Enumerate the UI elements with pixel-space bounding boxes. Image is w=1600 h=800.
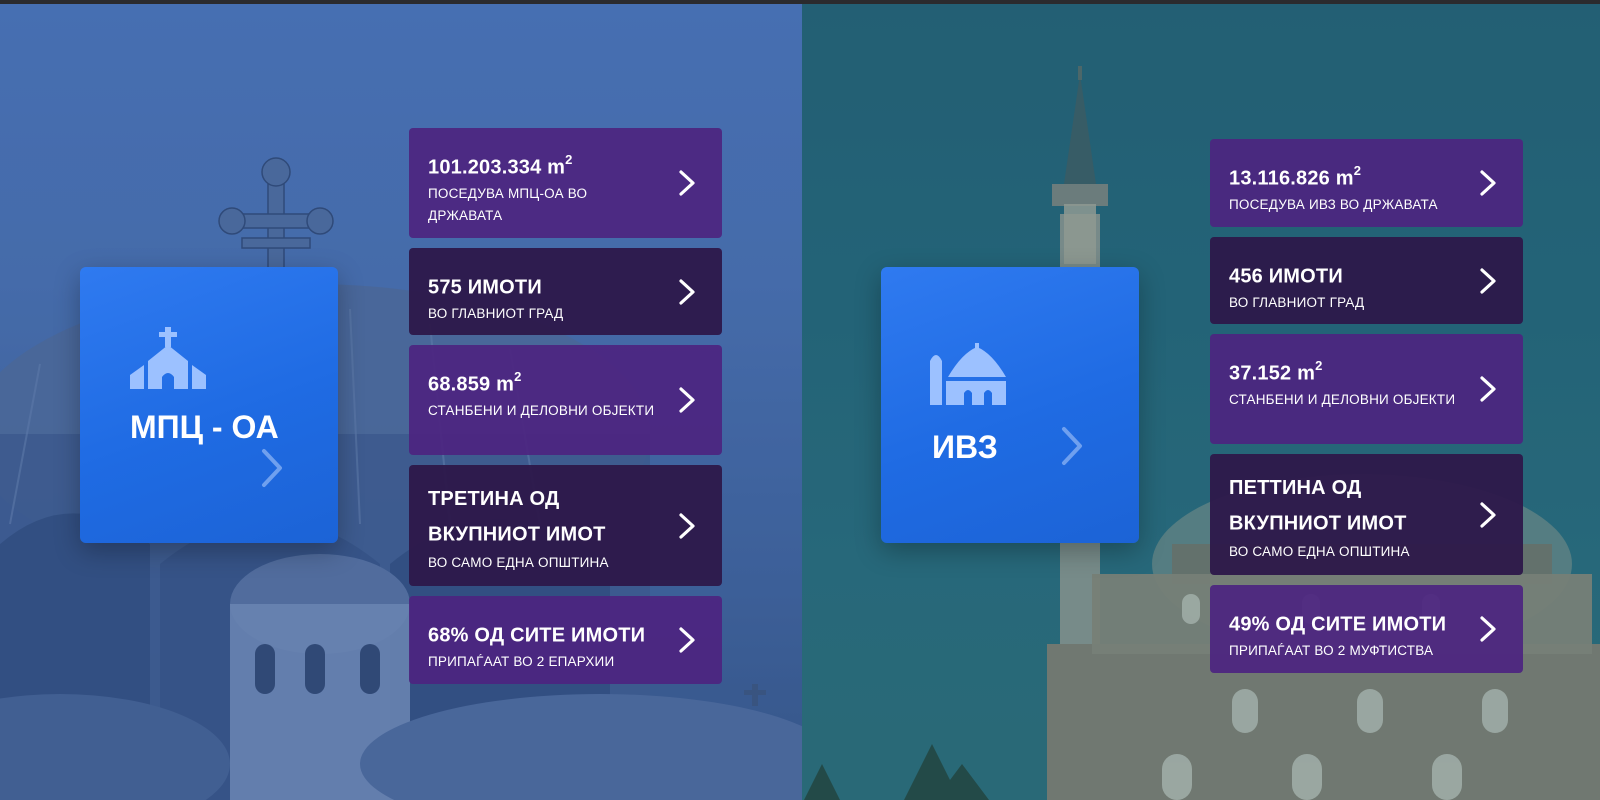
mpc-oa-title: МПЦ - ОА xyxy=(130,409,279,445)
stat-description: ПОСЕДУВА МПЦ-ОА ВО ДРЖАВАТА xyxy=(428,185,588,223)
stat-description: ПОСЕДУВА ИВЗ ВО ДРЖАВАТА xyxy=(1229,196,1438,212)
stat-value: ТРЕТИНА ОД ВКУПНИОТ ИМОТ xyxy=(428,488,606,546)
mpc-oa-hero-card[interactable]: МПЦ - ОА xyxy=(80,267,338,543)
stat-description: СТАНБЕНИ И ДЕЛОВНИ ОБЈЕКТИ xyxy=(1229,391,1456,407)
stat-card-share[interactable]: ПЕТТИНА ОД ВКУПНИОТ ИМОТ ВО САМО ЕДНА ОП… xyxy=(1210,454,1523,575)
chevron-right-icon xyxy=(1480,501,1496,528)
stat-value: 68% ОД СИТЕ ИМОТИ xyxy=(428,624,646,647)
chevron-right-icon xyxy=(679,512,695,539)
chevron-right-icon xyxy=(1480,616,1496,642)
stat-value: 101.203.334 m2 xyxy=(428,152,573,179)
stat-card-dioceses[interactable]: 68% ОД СИТЕ ИМОТИ ПРИПАЃААТ ВО 2 ЕПАРХИИ xyxy=(409,596,722,684)
church-icon xyxy=(130,327,206,389)
stat-description: ПРИПАЃААТ ВО 2 ЕПАРХИИ xyxy=(428,653,615,669)
stat-card-muftiates[interactable]: 49% ОД СИТЕ ИМОТИ ПРИПАЃААТ ВО 2 МУФТИСТ… xyxy=(1210,585,1523,673)
stat-card-buildings[interactable]: 37.152 m2 СТАНБЕНИ И ДЕЛОВНИ ОБЈЕКТИ xyxy=(1210,334,1523,444)
stat-card-share[interactable]: ТРЕТИНА ОД ВКУПНИОТ ИМОТ ВО САМО ЕДНА ОП… xyxy=(409,465,722,586)
stat-value: 37.152 m2 xyxy=(1229,358,1323,385)
chevron-right-icon[interactable] xyxy=(259,447,285,489)
mosque-panel: ИВЗ 13.116.826 m2 ПОСЕДУВА ИВЗ ВО ДРЖАВА… xyxy=(802,4,1600,800)
stat-card-area[interactable]: 13.116.826 m2 ПОСЕДУВА ИВЗ ВО ДРЖАВАТА xyxy=(1210,139,1523,227)
stat-value: 13.116.826 m2 xyxy=(1229,163,1362,190)
chevron-right-icon xyxy=(679,170,695,196)
chevron-right-icon xyxy=(1480,170,1496,196)
chevron-right-icon xyxy=(679,278,695,305)
stat-card-properties[interactable]: 575 ИМОТИ ВО ГЛАВНИОТ ГРАД xyxy=(409,248,722,335)
stat-card-area[interactable]: 101.203.334 m2 ПОСЕДУВА МПЦ-ОА ВО ДРЖАВА… xyxy=(409,128,722,238)
ivz-hero-card[interactable]: ИВЗ xyxy=(881,267,1139,543)
stat-description: ПРИПАЃААТ ВО 2 МУФТИСТВА xyxy=(1229,642,1434,658)
stat-value: 575 ИМОТИ xyxy=(428,276,542,299)
stat-description: ВО ГЛАВНИОТ ГРАД xyxy=(428,305,564,321)
stat-card-properties[interactable]: 456 ИМОТИ ВО ГЛАВНИОТ ГРАД xyxy=(1210,237,1523,324)
chevron-right-icon[interactable] xyxy=(1059,425,1085,467)
stat-description: СТАНБЕНИ И ДЕЛОВНИ ОБЈЕКТИ xyxy=(428,402,655,418)
stat-description: ВО САМО ЕДНА ОПШТИНА xyxy=(1229,543,1410,559)
stat-value: 68.859 m2 xyxy=(428,369,522,396)
chevron-right-icon xyxy=(679,387,695,413)
church-panel: МПЦ - ОА 101.203.334 m2 ПОСЕДУВА МПЦ-ОА … xyxy=(0,4,802,800)
chevron-right-icon xyxy=(1480,376,1496,402)
stat-value: 49% ОД СИТЕ ИМОТИ xyxy=(1229,613,1447,636)
chevron-right-icon xyxy=(679,627,695,653)
mosque-icon xyxy=(930,343,1006,405)
stat-value: ПЕТТИНА ОД ВКУПНИОТ ИМОТ xyxy=(1229,477,1407,535)
stat-card-buildings[interactable]: 68.859 m2 СТАНБЕНИ И ДЕЛОВНИ ОБЈЕКТИ xyxy=(409,345,722,455)
stat-description: ВО САМО ЕДНА ОПШТИНА xyxy=(428,554,609,570)
chevron-right-icon xyxy=(1480,267,1496,294)
stat-description: ВО ГЛАВНИОТ ГРАД xyxy=(1229,294,1365,310)
stat-value: 456 ИМОТИ xyxy=(1229,265,1343,288)
